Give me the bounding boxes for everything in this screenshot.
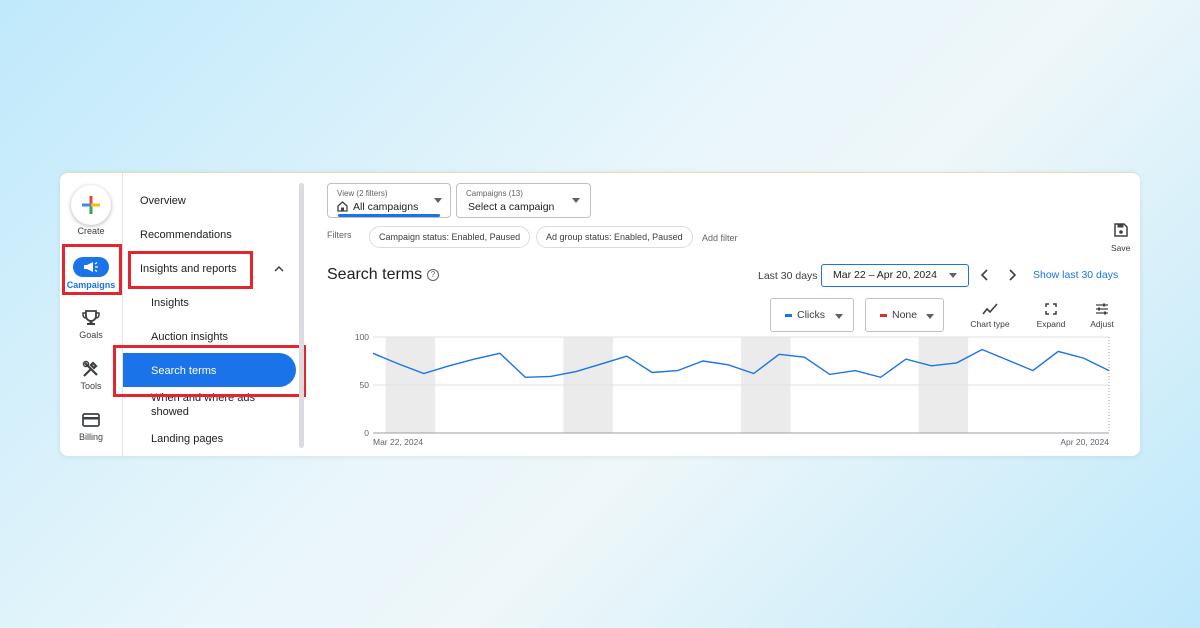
filters-label: Filters bbox=[327, 230, 352, 240]
page-title: Search terms bbox=[327, 266, 423, 283]
metric2-caret-icon bbox=[926, 314, 934, 319]
filter-chip-campaign-status[interactable]: Campaign status: Enabled, Paused bbox=[369, 226, 531, 248]
campaigns-count-label: Campaigns (13) bbox=[466, 189, 523, 198]
nav-recommendations[interactable]: Recommendations bbox=[140, 229, 232, 241]
highlight-search-terms bbox=[113, 345, 306, 397]
nav-insights[interactable]: Insights bbox=[151, 297, 189, 309]
campaign-caret-icon bbox=[572, 198, 580, 203]
metric1-color-swatch bbox=[785, 314, 792, 317]
view-caret-icon bbox=[434, 198, 442, 203]
create-button[interactable] bbox=[71, 185, 111, 225]
main-content: View (2 filters) All campaigns Campaigns… bbox=[310, 173, 1140, 456]
metric1-caret-icon bbox=[835, 314, 843, 319]
campaign-dropdown[interactable]: Campaigns (13) Select a campaign bbox=[456, 183, 591, 218]
x-end-label: Apr 20, 2024 bbox=[1060, 437, 1109, 447]
line-chart-icon bbox=[982, 303, 998, 315]
goals-label: Goals bbox=[79, 330, 103, 340]
clicks-line-chart: 0 50 100 Mar 22, 2024 Apr 20, 2024 bbox=[355, 332, 1110, 447]
chevron-right-icon[interactable] bbox=[1007, 269, 1017, 281]
trophy-icon[interactable] bbox=[81, 309, 101, 327]
y-tick-label: 0 bbox=[364, 428, 369, 438]
nav-overview[interactable]: Overview bbox=[140, 195, 186, 207]
add-filter-button[interactable]: Add filter bbox=[702, 233, 738, 243]
campaign-value: Select a campaign bbox=[468, 201, 555, 213]
plus-icon bbox=[82, 196, 100, 214]
date-range-dropdown[interactable]: Mar 22 – Apr 20, 2024 bbox=[821, 264, 969, 287]
y-tick-label: 50 bbox=[360, 380, 370, 390]
y-tick-label: 100 bbox=[355, 332, 369, 342]
left-rail: Create Campaigns Goals Tools Billing bbox=[60, 173, 123, 456]
chevron-left-icon[interactable] bbox=[980, 269, 990, 281]
help-icon[interactable]: ? bbox=[427, 269, 439, 281]
credit-card-icon[interactable] bbox=[81, 411, 101, 429]
billing-label: Billing bbox=[78, 432, 103, 442]
filter-chip-ad-group-status[interactable]: Ad group status: Enabled, Paused bbox=[536, 226, 693, 248]
date-caret-icon bbox=[949, 273, 957, 278]
save-icon[interactable] bbox=[1114, 223, 1128, 237]
view-label: View (2 filters) bbox=[337, 189, 388, 198]
x-start-label: Mar 22, 2024 bbox=[373, 437, 423, 447]
view-value: All campaigns bbox=[353, 201, 419, 213]
home-icon bbox=[337, 201, 348, 212]
create-label: Create bbox=[77, 226, 105, 236]
nav-scrollbar[interactable] bbox=[299, 183, 304, 448]
view-underline bbox=[338, 214, 440, 217]
nav-auction-insights[interactable]: Auction insights bbox=[151, 331, 228, 343]
highlight-campaigns bbox=[62, 244, 122, 295]
tools-icon[interactable] bbox=[81, 360, 101, 378]
ads-panel: Create Campaigns Goals Tools Billing Ove… bbox=[60, 172, 1140, 456]
view-dropdown[interactable]: View (2 filters) All campaigns bbox=[327, 183, 451, 218]
show-last-30-days-link[interactable]: Show last 30 days bbox=[1033, 269, 1118, 281]
nav-landing-pages[interactable]: Landing pages bbox=[151, 433, 223, 445]
nav-when-where-line2[interactable]: showed bbox=[151, 406, 189, 418]
expand-icon bbox=[1045, 303, 1057, 315]
metric2-color-swatch bbox=[880, 314, 887, 317]
metric2-label: None bbox=[892, 309, 918, 321]
range-label: Last 30 days bbox=[758, 270, 818, 282]
date-range-value: Mar 22 – Apr 20, 2024 bbox=[833, 269, 937, 281]
chevron-up-icon[interactable] bbox=[274, 265, 284, 273]
metric1-label: Clicks bbox=[797, 309, 825, 321]
highlight-insights-reports bbox=[128, 251, 253, 289]
save-label: Save bbox=[1111, 243, 1131, 253]
tune-icon bbox=[1096, 303, 1108, 315]
